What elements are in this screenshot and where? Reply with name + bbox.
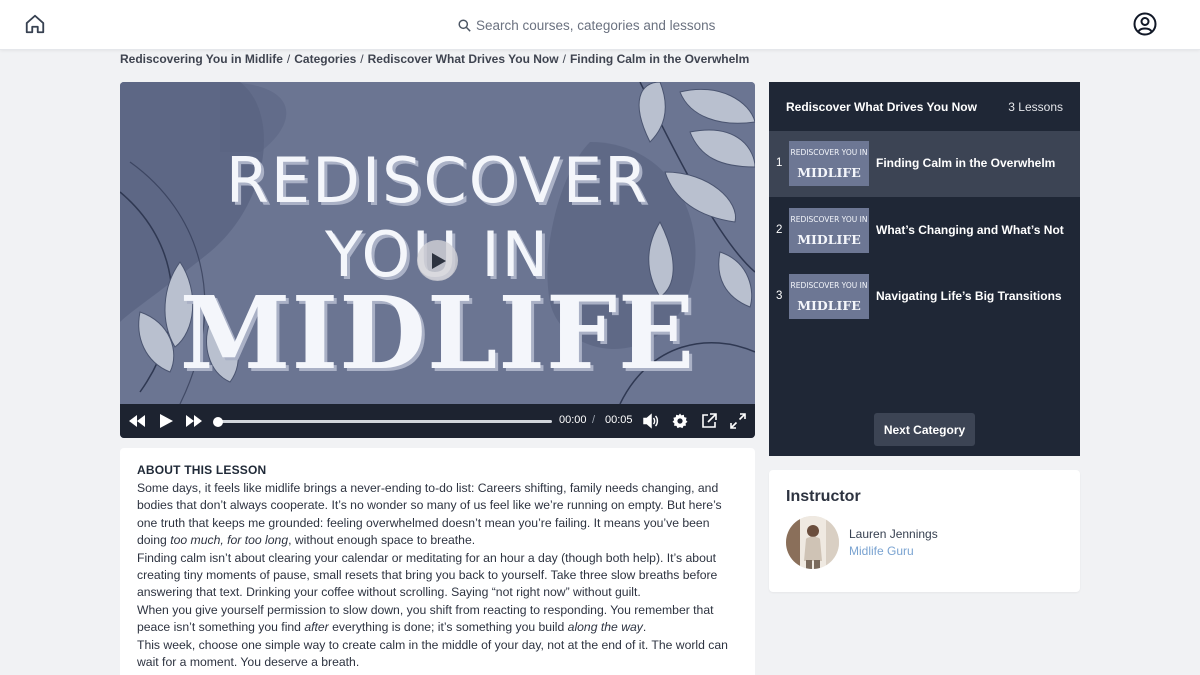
user-circle-icon[interactable]: [1133, 12, 1157, 36]
lesson-thumbnail: REDISCOVER YOU IN MIDLIFE: [789, 141, 869, 186]
about-paragraph: Finding calm isn’t about clearing your c…: [137, 550, 718, 600]
lesson-item[interactable]: 2 REDISCOVER YOU IN MIDLIFE What’s Chang…: [769, 198, 1080, 264]
search-placeholder: Search courses, categories and lessons: [476, 17, 716, 33]
instructor-card: Instructor Lauren Jennings Midlife Guru: [769, 470, 1080, 592]
breadcrumb-current: Finding Calm in the Overwhelm: [569, 52, 750, 66]
lessons-panel: Rediscover What Drives You Now 3 Lessons…: [769, 82, 1080, 456]
play-icon[interactable]: [158, 413, 174, 429]
lesson-title: Navigating Life’s Big Transitions: [876, 289, 1062, 303]
lesson-count: 3 Lessons: [1008, 99, 1063, 114]
next-category-button[interactable]: Next Category: [874, 413, 975, 446]
home-icon[interactable]: [24, 13, 46, 35]
about-paragraph: When you give yourself permission to slo…: [137, 602, 714, 635]
breadcrumb-categories[interactable]: Categories: [294, 52, 356, 66]
about-paragraph: This week, choose one simple way to crea…: [137, 637, 728, 670]
lesson-number: 1: [776, 157, 783, 169]
video-player[interactable]: REDISCOVER YOU IN MIDLIFE 00:00 / 00:05: [120, 82, 755, 438]
breadcrumb-separator: /: [562, 52, 566, 66]
breadcrumb-separator: /: [286, 52, 291, 66]
progress-bar[interactable]: [213, 416, 552, 427]
search-input[interactable]: Search courses, categories and lessons: [458, 14, 715, 36]
external-link-icon[interactable]: [701, 413, 717, 429]
lesson-thumbnail: REDISCOVER YOU IN MIDLIFE: [789, 274, 869, 319]
duration: 00:05: [605, 414, 633, 426]
settings-gear-icon[interactable]: [672, 413, 688, 429]
video-controls: 00:00 / 00:05: [120, 404, 755, 438]
about-lesson-card: ABOUT THIS LESSON Some days, it feels li…: [120, 448, 755, 675]
video-title-line: REDISCOVER: [225, 144, 650, 217]
lesson-title: What’s Changing and What’s Not: [876, 223, 1064, 237]
time-separator: /: [592, 414, 596, 426]
lesson-number: 2: [776, 224, 783, 236]
fast-forward-icon[interactable]: [186, 413, 202, 429]
current-time: 00:00: [559, 414, 587, 426]
avatar[interactable]: [786, 516, 839, 569]
breadcrumb: Rediscovering You in Midlife / Categories /…: [120, 52, 749, 66]
lesson-item[interactable]: 3 REDISCOVER YOU IN MIDLIFE Navigating L…: [769, 264, 1080, 330]
lessons-header: Rediscover What Drives You Now 3 Lessons: [769, 82, 1080, 131]
lesson-number: 3: [776, 290, 783, 302]
instructor-name: Lauren Jennings: [849, 527, 938, 541]
breadcrumb-course[interactable]: Rediscovering You in Midlife: [120, 52, 283, 66]
lesson-thumbnail: REDISCOVER YOU IN MIDLIFE: [789, 208, 869, 253]
play-icon: [432, 252, 446, 269]
lesson-item[interactable]: 1 REDISCOVER YOU IN MIDLIFE Finding Calm…: [769, 131, 1080, 197]
instructor-heading: Instructor: [786, 488, 861, 505]
progress-handle[interactable]: [213, 416, 223, 427]
about-paragraph: Some days, it feels like midlife brings …: [137, 481, 722, 548]
lesson-title: Finding Calm in the Overwhelm: [876, 156, 1056, 170]
breadcrumb-category[interactable]: Rediscover What Drives You Now: [368, 52, 559, 66]
volume-icon[interactable]: [643, 413, 659, 429]
video-title-line: MIDLIFE: [179, 274, 696, 392]
instructor-role-link[interactable]: Midlife Guru: [849, 544, 914, 558]
fullscreen-icon[interactable]: [730, 413, 746, 429]
about-heading: ABOUT THIS LESSON: [137, 463, 267, 477]
top-bar: Search courses, categories and lessons: [0, 0, 1200, 50]
breadcrumb-separator: /: [360, 52, 364, 66]
category-title: Rediscover What Drives You Now: [786, 99, 977, 114]
search-icon: [458, 18, 471, 32]
rewind-icon[interactable]: [129, 413, 145, 429]
play-overlay-button[interactable]: [417, 240, 458, 281]
